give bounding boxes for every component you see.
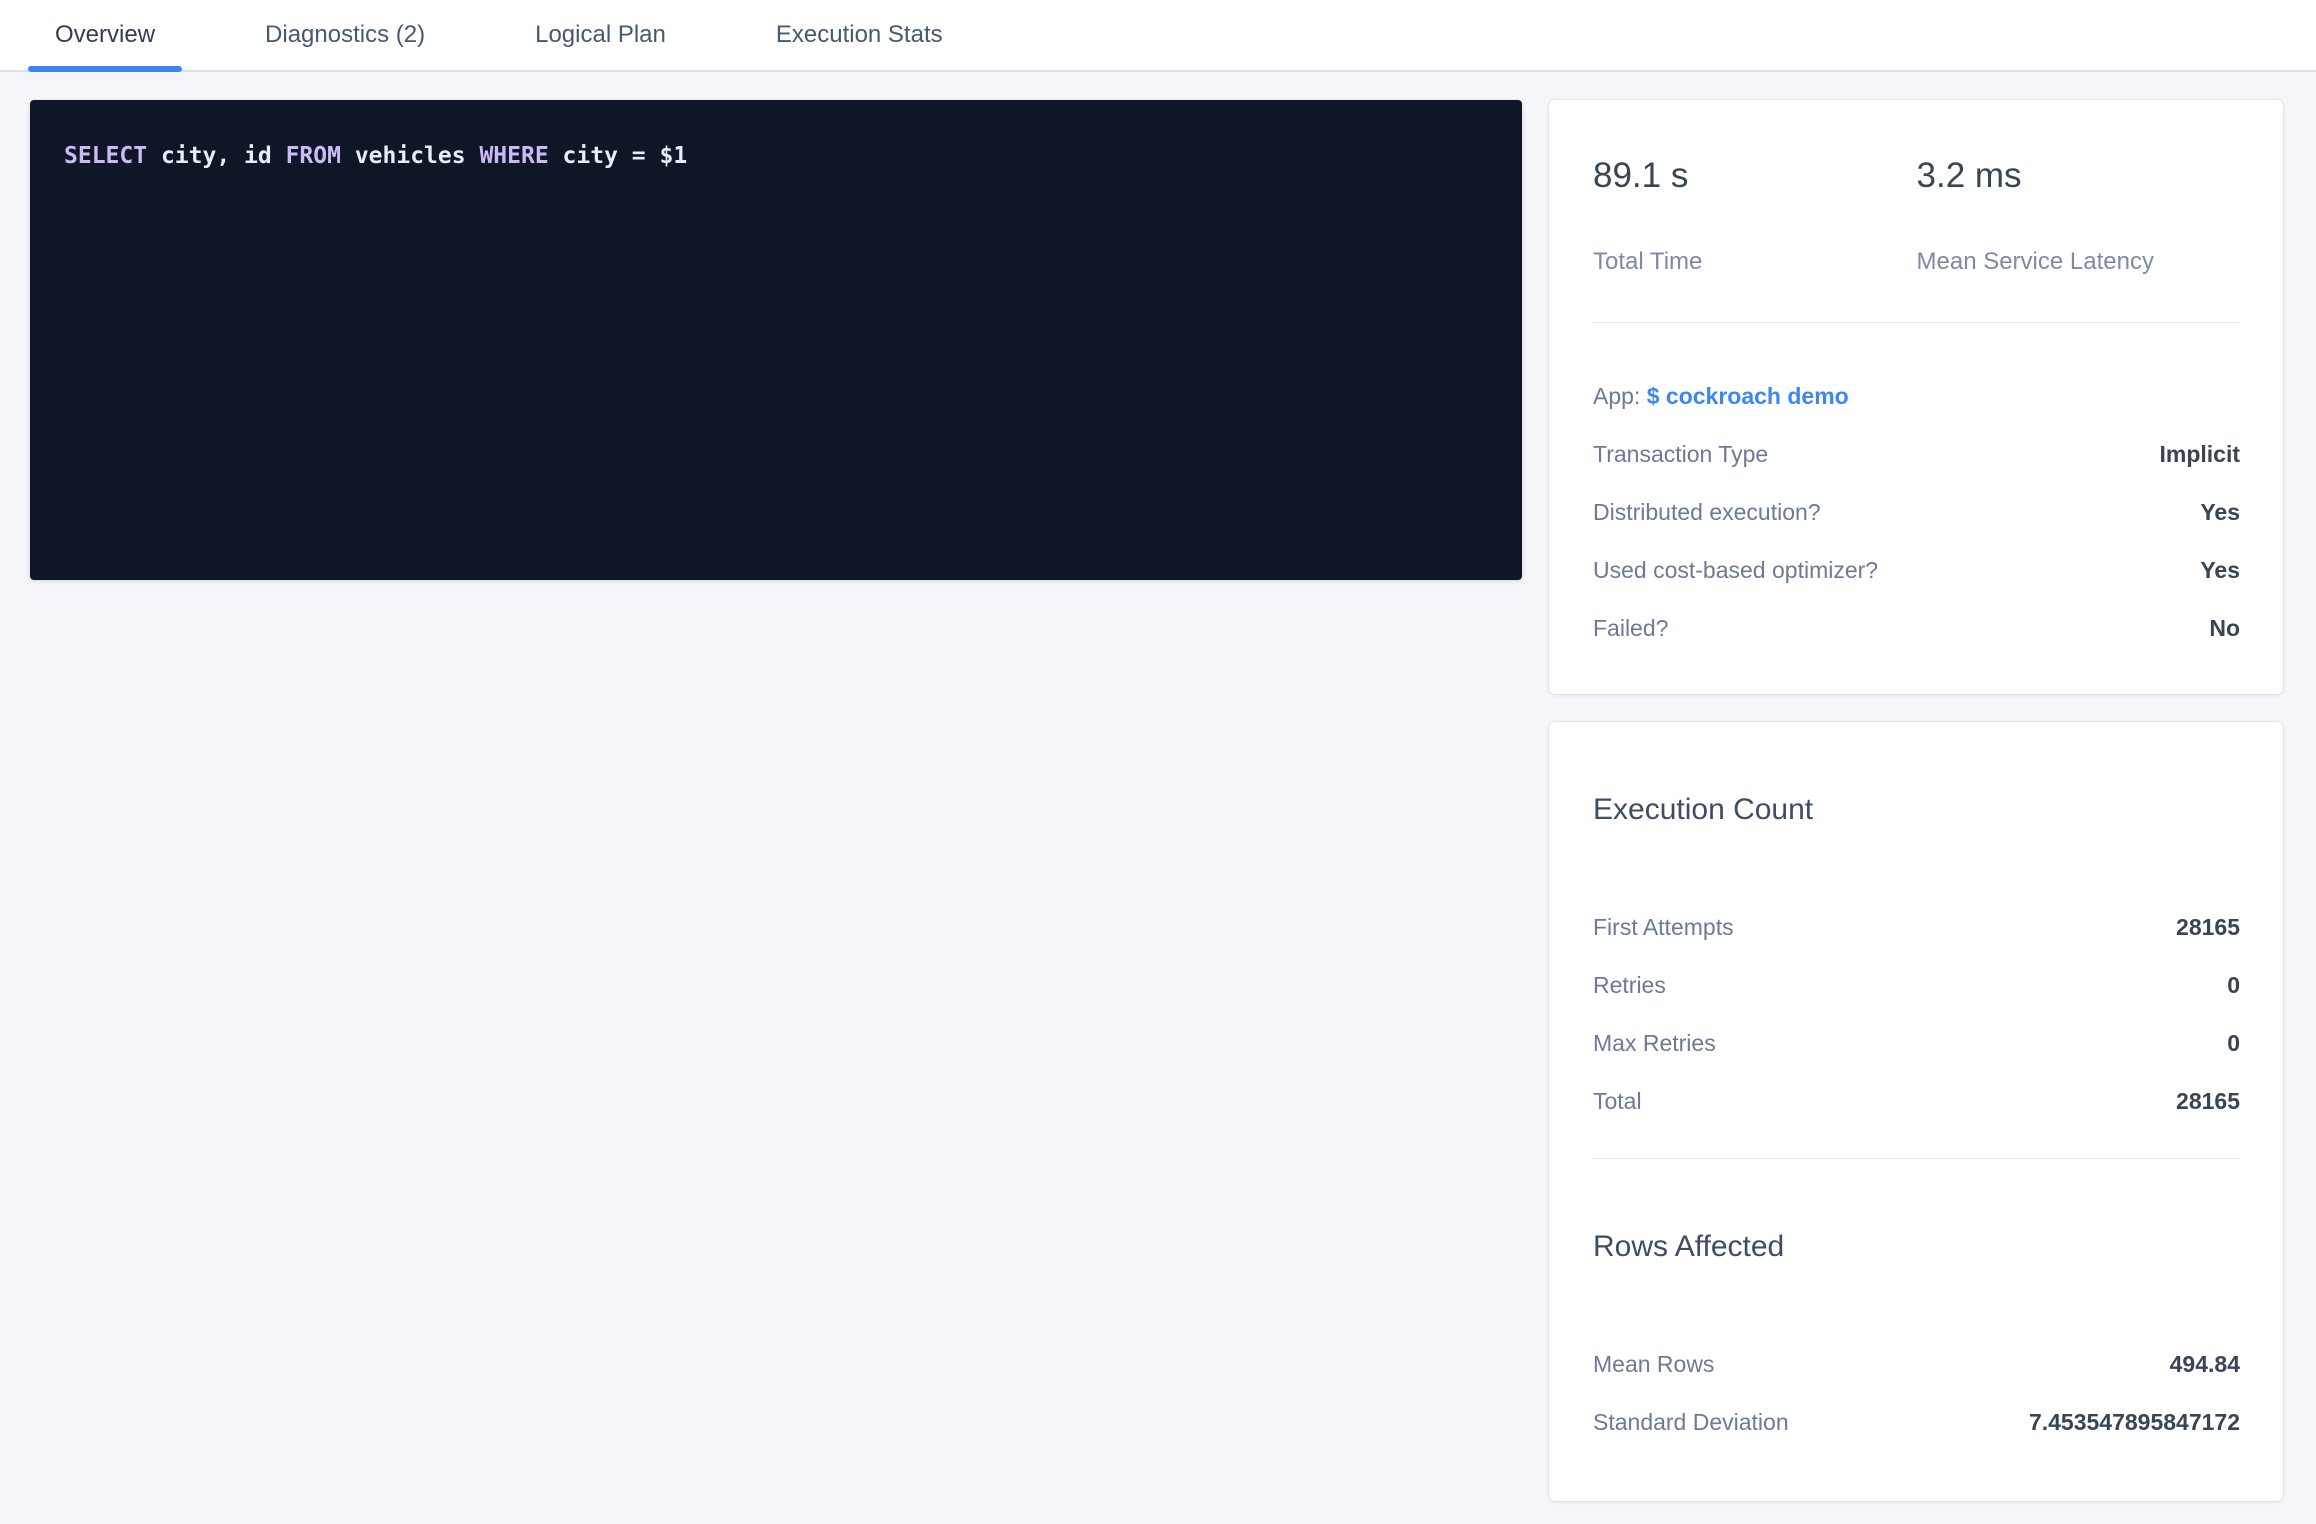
stat-row-value: Yes: [2200, 499, 2240, 526]
sql-box: SELECT city, id FROM vehicles WHERE city…: [30, 100, 1522, 580]
stat-row: Total 28165: [1593, 1072, 2240, 1130]
stat-row-value: 7.453547895847172: [2029, 1409, 2240, 1436]
right-column: 89.1 s Total Time 3.2 ms Mean Service La…: [1549, 100, 2283, 1501]
stat-row-label: Retries: [1593, 972, 1666, 999]
sql-text: city = $1: [549, 143, 687, 169]
tab-execution-stats[interactable]: Execution Stats: [749, 0, 970, 70]
tab-label: Overview: [55, 21, 155, 49]
tab-diagnostics-2[interactable]: Diagnostics (2): [238, 0, 452, 70]
mean-service-latency-value: 3.2 ms: [1917, 156, 2241, 196]
stat-row: Distributed execution? Yes: [1593, 483, 2240, 541]
stat-row-label: First Attempts: [1593, 914, 1734, 941]
tab-label: Execution Stats: [776, 21, 943, 49]
tab-bar: Overview Diagnostics (2) Logical Plan Ex…: [0, 0, 2316, 72]
tab-label: Diagnostics (2): [265, 21, 425, 49]
total-time-value: 89.1 s: [1593, 156, 1917, 196]
execution-stats-card: Execution Count First Attempts 28165 Ret…: [1549, 722, 2283, 1501]
app-row: App: $ cockroach demo: [1593, 367, 2240, 425]
stat-row: Retries 0: [1593, 956, 2240, 1014]
sql-query: SELECT city, id FROM vehicles WHERE city…: [64, 143, 687, 169]
stat-row-label: Total: [1593, 1088, 1642, 1115]
execution-count-title: Execution Count: [1593, 792, 2240, 828]
stat-row: Standard Deviation 7.453547895847172: [1593, 1393, 2240, 1451]
total-time-label: Total Time: [1593, 248, 1917, 276]
stat-row-label: Used cost-based optimizer?: [1593, 557, 1878, 584]
stat-row: First Attempts 28165: [1593, 898, 2240, 956]
mean-service-latency-label: Mean Service Latency: [1917, 248, 2241, 276]
sql-keyword: WHERE: [479, 143, 548, 169]
app-label-text: App:: [1593, 383, 1640, 409]
stat-total-time: 89.1 s Total Time: [1593, 156, 1917, 276]
rows-affected-title: Rows Affected: [1593, 1229, 2240, 1265]
rows-affected-rows: Mean Rows 494.84 Standard Deviation 7.45…: [1593, 1335, 2240, 1451]
stat-row-value: 28165: [2176, 1088, 2240, 1115]
divider: [1593, 1158, 2240, 1159]
stat-row-value: 0: [2227, 1030, 2240, 1057]
stat-row-value: Yes: [2200, 557, 2240, 584]
summary-rows: Transaction Type Implicit Distributed ex…: [1593, 425, 2240, 657]
stat-mean-service-latency: 3.2 ms Mean Service Latency: [1917, 156, 2241, 276]
stat-row-label: Max Retries: [1593, 1030, 1716, 1057]
stat-row-label: Distributed execution?: [1593, 499, 1821, 526]
stats-row: 89.1 s Total Time 3.2 ms Mean Service La…: [1593, 156, 2240, 276]
tab-logical-plan[interactable]: Logical Plan: [508, 0, 693, 70]
stat-row-value: 28165: [2176, 914, 2240, 941]
stat-row-label: Standard Deviation: [1593, 1409, 1789, 1436]
stat-row: Transaction Type Implicit: [1593, 425, 2240, 483]
stat-row: Failed? No: [1593, 599, 2240, 657]
stat-row-value: Implicit: [2159, 441, 2240, 468]
summary-card: 89.1 s Total Time 3.2 ms Mean Service La…: [1549, 100, 2283, 694]
stat-row: Mean Rows 494.84: [1593, 1335, 2240, 1393]
sql-keyword: FROM: [286, 143, 341, 169]
tab-label: Logical Plan: [535, 21, 666, 49]
statement-details-page: Overview Diagnostics (2) Logical Plan Ex…: [0, 0, 2316, 1524]
stat-row: Max Retries 0: [1593, 1014, 2240, 1072]
tab-overview[interactable]: Overview: [28, 0, 182, 70]
stat-row-label: Mean Rows: [1593, 1351, 1714, 1378]
divider: [1593, 322, 2240, 323]
execution-count-rows: First Attempts 28165 Retries 0 Max Retri…: [1593, 898, 2240, 1130]
app-label: App: $ cockroach demo: [1593, 383, 1849, 410]
content-area: SELECT city, id FROM vehicles WHERE city…: [0, 72, 2316, 1501]
sql-text: vehicles: [341, 143, 479, 169]
stat-row-label: Transaction Type: [1593, 441, 1768, 468]
stat-row-value: 494.84: [2170, 1351, 2240, 1378]
stat-row-value: No: [2209, 615, 2240, 642]
stat-row-label: Failed?: [1593, 615, 1668, 642]
sql-text: city, id: [147, 143, 285, 169]
stat-row-value: 0: [2227, 972, 2240, 999]
app-link[interactable]: $ cockroach demo: [1647, 383, 1849, 409]
sql-keyword: SELECT: [64, 143, 147, 169]
stat-row: Used cost-based optimizer? Yes: [1593, 541, 2240, 599]
